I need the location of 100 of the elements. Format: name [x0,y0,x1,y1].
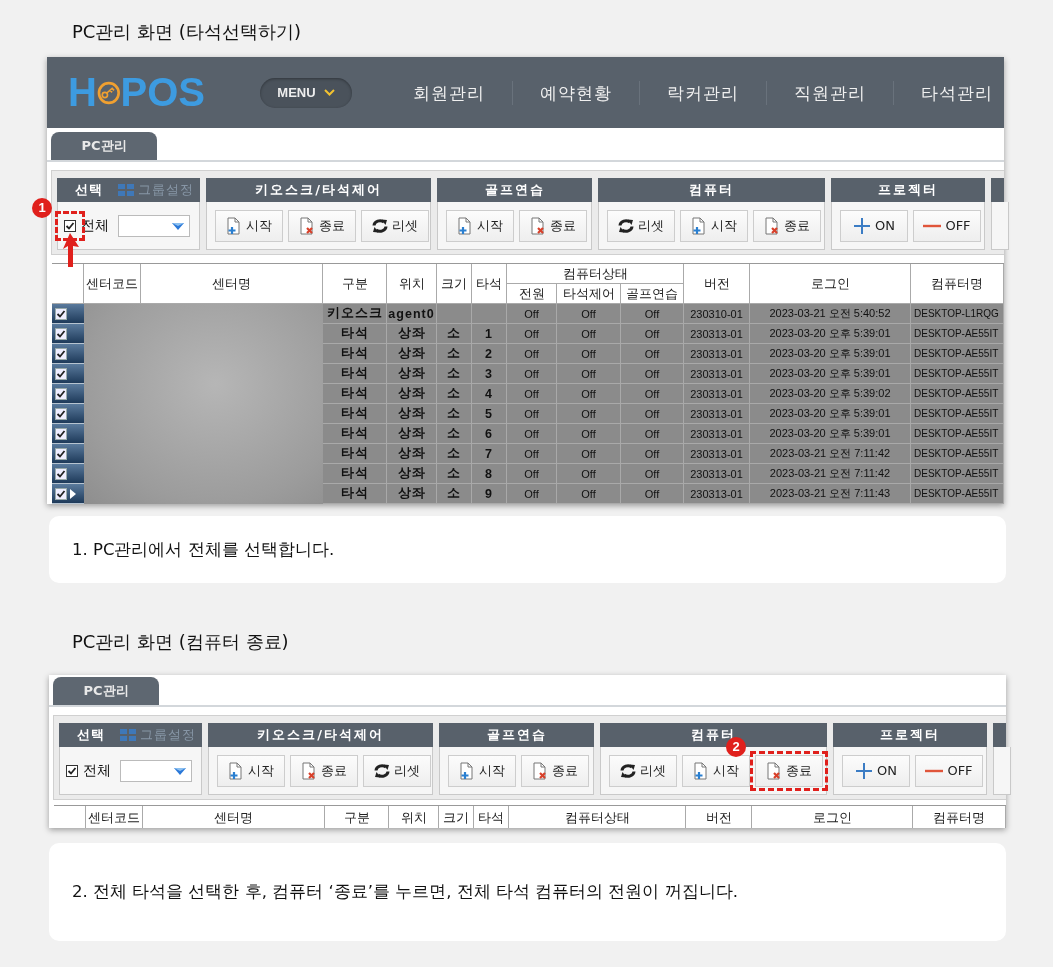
group-header: 프로젝터 [833,723,987,747]
delete-file-icon [530,216,546,235]
row-header[interactable] [52,484,84,504]
reset-button[interactable]: 리셋 [363,754,431,787]
nav-item[interactable]: 타석관리 [893,80,1004,105]
table-cell: DESKTOP-AE55IT [911,324,1004,344]
table-cell: 2023-03-20 오후 5:39:02 [750,384,911,404]
current-row-icon [70,488,76,499]
reset-button[interactable]: 리셋 [607,209,675,242]
off-button[interactable]: OFF [913,209,981,242]
table-cell: 상좌 [387,384,437,404]
table-cell: Off [507,384,557,404]
menu-button[interactable]: MENU [260,77,352,108]
row-header[interactable] [52,464,84,484]
row-header[interactable] [52,444,84,464]
stop-button[interactable]: 종료 [755,754,823,787]
table-cell: 상좌 [387,404,437,424]
table-cell: Off [621,424,684,444]
table-cell: 소 [437,444,472,464]
delete-file-icon [299,216,315,235]
reset-button[interactable]: 리셋 [609,754,677,787]
table-cell: 타석 [323,384,387,404]
row-header[interactable] [52,324,84,344]
table-cell: DESKTOP-AE55IT [911,464,1004,484]
step-badge: 1 [32,197,52,218]
table-cell: Off [507,324,557,344]
delete-file-icon [301,761,317,780]
checkbox[interactable] [55,387,67,400]
checkbox[interactable] [55,487,67,500]
stop-button[interactable]: 종료 [519,209,587,242]
table-cell: Off [557,464,621,484]
checkbox[interactable] [55,447,67,460]
table-cell: Off [557,484,621,504]
table-cell: 소 [437,464,472,484]
nav-item[interactable]: 락커관리 [639,80,766,105]
logo-text: POS [120,70,205,115]
start-button[interactable]: 시작 [680,209,748,242]
add-file-icon [691,216,707,235]
add-file-icon [228,761,244,780]
start-button[interactable]: 시작 [448,754,516,787]
row-header[interactable] [52,384,84,404]
stop-button[interactable]: 종료 [288,209,356,242]
table-cell: 2023-03-20 오후 5:39:01 [750,324,911,344]
row-header[interactable] [52,344,84,364]
table-cell: agent0 [387,304,437,324]
row-header[interactable] [52,364,84,384]
table-cell: DESKTOP-AE55IT [911,424,1004,444]
row-header[interactable] [52,304,84,324]
table-cell: Off [621,344,684,364]
reset-button[interactable]: 리셋 [361,209,429,242]
checkbox[interactable] [55,327,67,340]
nav-item[interactable]: 예약현황 [512,80,639,105]
nav-item[interactable]: 회원관리 [386,80,512,105]
add-file-icon [693,761,709,780]
add-file-icon [459,761,475,780]
off-button[interactable]: OFF [915,754,983,787]
table-cell: DESKTOP-L1RQG [911,304,1004,324]
nav-item[interactable]: 직원관리 [766,80,893,105]
stop-button[interactable]: 종료 [521,754,589,787]
table-cell: Off [507,344,557,364]
checkbox[interactable] [64,219,76,232]
table-cell: 소 [437,364,472,384]
start-button[interactable]: 시작 [446,209,514,242]
stop-button[interactable]: 종료 [290,754,358,787]
table-cell: 소 [437,484,472,504]
checkbox[interactable] [55,407,67,420]
start-button[interactable]: 시작 [682,754,750,787]
table-cell: 8 [472,464,507,484]
start-button[interactable]: 시작 [217,754,285,787]
checkbox[interactable] [55,307,67,320]
table-cell: 230313-01 [684,344,750,364]
table-cell: DESKTOP-AE55IT [911,384,1004,404]
table-cell: DESKTOP-AE55IT [911,404,1004,424]
table-cell: Off [557,384,621,404]
table-cell: Off [621,444,684,464]
tab[interactable]: PC관리 [53,677,159,705]
table-cell: DESKTOP-AE55IT [911,484,1004,504]
table-cell: 2023-03-21 오전 7:11:43 [750,484,911,504]
tab[interactable]: PC관리 [51,132,157,160]
table-cell: 타석 [323,444,387,464]
group-title: 선택 [77,726,105,744]
table-cell: 키오스크 [323,304,387,324]
row-header[interactable] [52,424,84,444]
stop-button[interactable]: 종료 [753,209,821,242]
caption-text: 2. 전체 타석을 선택한 후, 컴퓨터 ‘종료’를 누르면, 전체 타석 컴퓨터의 전원이 꺼집니다. [72,881,738,903]
delete-file-icon [764,216,780,235]
checkbox[interactable] [55,427,67,440]
checkbox[interactable] [55,347,67,360]
table-cell: DESKTOP-AE55IT [911,444,1004,464]
table-cell: 2023-03-20 오후 5:39:01 [750,404,911,424]
on-button[interactable]: ON [842,754,910,787]
checkbox[interactable] [55,467,67,480]
start-button[interactable]: 시작 [215,209,283,242]
on-button[interactable]: ON [840,209,908,242]
table-cell: Off [557,364,621,384]
table-cell: Off [557,304,621,324]
table-cell: Off [621,364,684,384]
row-header[interactable] [52,404,84,424]
checkbox[interactable] [55,367,67,380]
checkbox[interactable] [66,764,78,777]
